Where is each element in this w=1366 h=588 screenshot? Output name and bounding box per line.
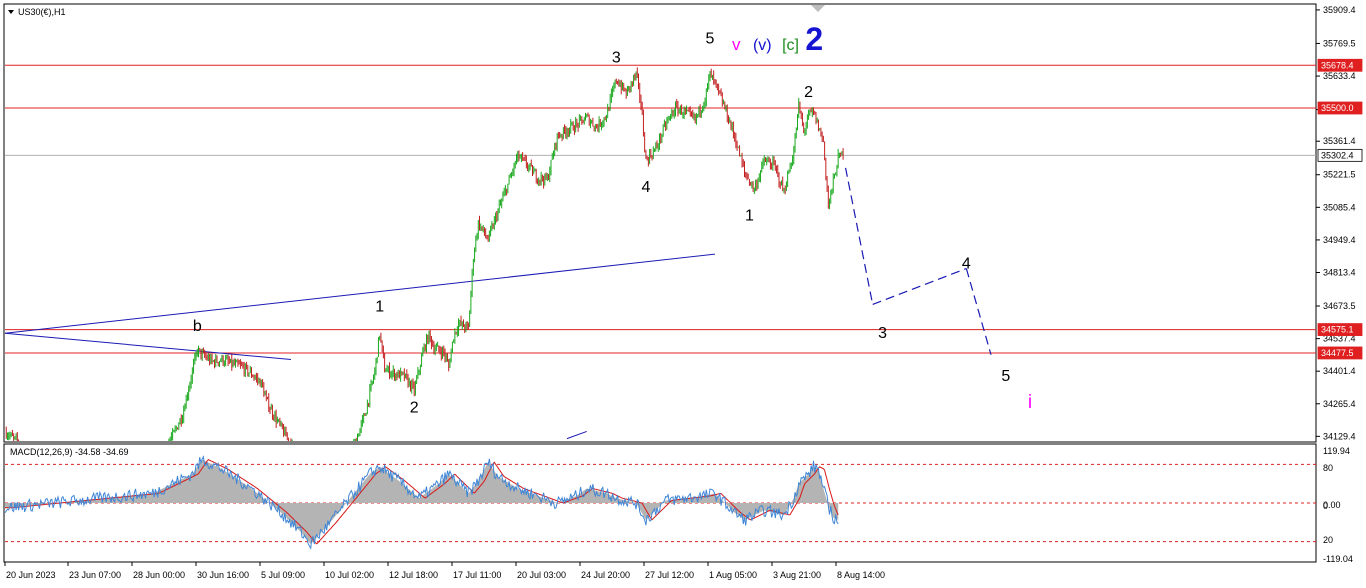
time-tick-label: 17 Jul 11:00 [453,570,501,580]
wave-label-0: b [193,318,202,335]
wave-label-3: 3 [612,49,621,66]
time-tick-label: 28 Jun 00:00 [133,570,185,580]
price-tick-label: 35769.5 [1323,38,1356,48]
price-tick-label: 35221.5 [1323,170,1356,180]
chart-title: US30(€),H1 [18,7,66,17]
price-tag-label: 35500.0 [1321,103,1354,113]
time-tick-label: 12 Jul 18:00 [389,570,438,580]
wave-label-4: 4 [641,179,650,196]
time-tick-label: 1 Aug 05:00 [709,570,757,580]
price-tick-label: 35909.4 [1323,5,1356,15]
wave-label-6: 1 [745,208,754,225]
time-tick-label: 30 Jun 16:00 [197,570,249,580]
price-tick-label: 34673.5 [1323,301,1356,311]
time-tick-label: 3 Aug 21:00 [773,570,821,580]
chart-canvas: b1234512345 35909.435769.535633.435493.5… [0,0,1366,588]
price-tick-label: 34401.4 [1323,366,1356,376]
price-tag-label: 34477.5 [1321,348,1354,358]
price-tick-label: 35085.4 [1323,202,1356,212]
wave-label-9: 4 [962,256,971,273]
macd-tick-label: 119.94 [1323,446,1350,456]
macd-tick-label: 20 [1323,535,1333,545]
price-tick-label: 34813.4 [1323,267,1356,277]
wave-label-10: 5 [1001,368,1010,385]
time-tick-label: 24 Jul 20:00 [581,570,630,580]
time-tick-label: 10 Jul 02:00 [325,570,374,580]
wave-label-8: 3 [878,325,887,342]
time-tick-label: 20 Jun 2023 [6,570,56,580]
macd-tick-label: -119.04 [1323,554,1353,564]
price-tick-label: 35361.4 [1323,136,1356,146]
price-tick-label: 34265.4 [1323,399,1356,409]
wave-label-2: 2 [410,399,419,416]
wave-degree-v: v [732,35,741,54]
time-tick-label: 20 Jul 03:00 [517,570,566,580]
price-tick-label: 34949.4 [1323,235,1356,245]
wave-sub-label-i: i [1028,392,1032,413]
price-tick-label: 34129.4 [1323,431,1356,441]
time-tick-label: 5 Jul 09:00 [261,570,305,580]
wave-degree-2: 2 [805,21,823,57]
wave-degree-paren-v: (v) [753,37,772,54]
price-tag-label: 34575.1 [1321,325,1354,335]
macd-tick-label: 80 [1323,463,1333,473]
price-tag-label: 35678.4 [1321,60,1354,70]
time-tick-label: 27 Jul 12:00 [645,570,694,580]
wave-label-5: 5 [706,30,715,47]
price-tick-label: 35633.4 [1323,71,1356,81]
price-tag-label: 35302.4 [1321,150,1354,160]
macd-label: MACD(12,26,9) -34.58 -34.69 [10,447,129,457]
wave-label-7: 2 [804,84,813,101]
wave-degree-bracket-c: [c] [782,37,799,54]
macd-tick-label: 0 [1323,501,1328,511]
time-tick-label: 8 Aug 14:00 [837,570,885,580]
wave-label-1: 1 [375,299,384,316]
time-tick-label: 23 Jun 07:00 [69,570,121,580]
